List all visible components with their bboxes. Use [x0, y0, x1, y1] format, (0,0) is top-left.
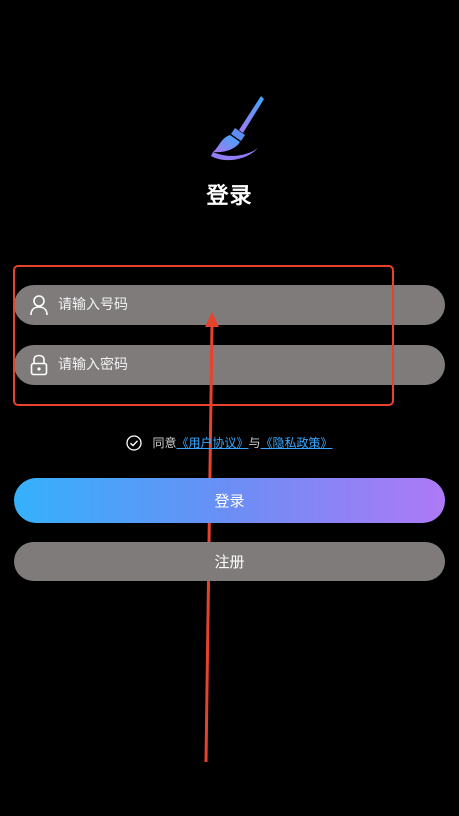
- app-logo: [203, 92, 267, 164]
- privacy-policy-link[interactable]: 《隐私政策》: [261, 434, 333, 451]
- login-button[interactable]: 登录: [14, 478, 445, 523]
- lock-icon: [28, 354, 50, 376]
- password-input[interactable]: [56, 356, 400, 374]
- register-button[interactable]: 注册: [14, 542, 445, 581]
- agreement-prefix: 同意: [152, 436, 177, 450]
- agreement-row: 同意 《用户协议》 与 《隐私政策》: [0, 434, 459, 451]
- phone-input[interactable]: [56, 296, 400, 314]
- login-button-label: 登录: [214, 492, 245, 510]
- agreement-conjunction: 与: [248, 436, 261, 450]
- phone-field[interactable]: [14, 285, 445, 325]
- register-button-label: 注册: [214, 553, 245, 571]
- page-title: 登录: [206, 184, 253, 209]
- user-agreement-link[interactable]: 《用户协议》: [176, 434, 248, 451]
- paintbrush-icon: [211, 96, 264, 161]
- user-icon: [28, 294, 50, 316]
- check-circle-icon[interactable]: [126, 434, 143, 451]
- password-field[interactable]: [14, 345, 445, 385]
